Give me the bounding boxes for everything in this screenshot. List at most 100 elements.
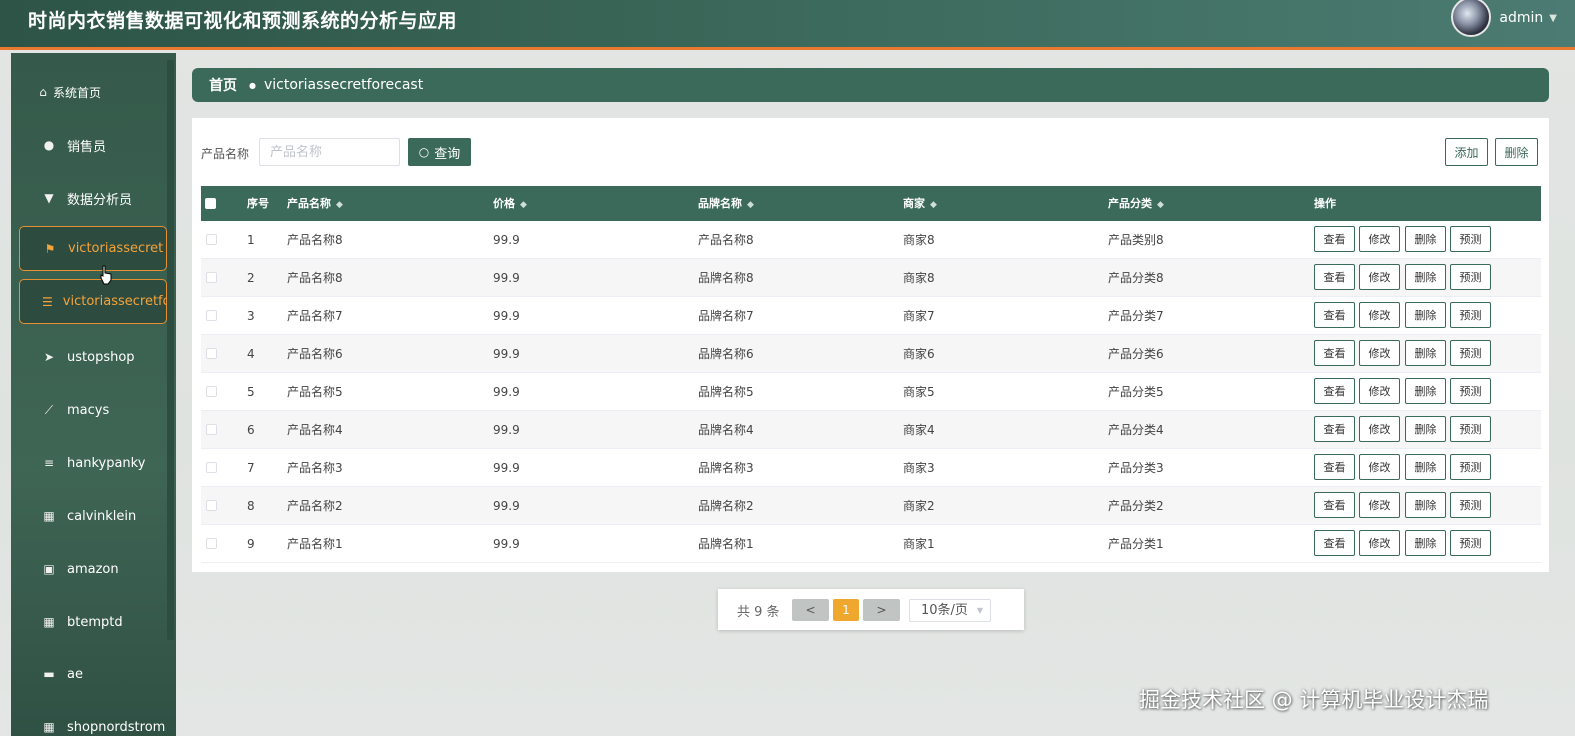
cell-merchant: 商家6 [903,347,935,361]
edit-button[interactable]: 修改 [1359,302,1400,328]
edit-button[interactable]: 修改 [1359,416,1400,442]
sidebar-item-calvinklein[interactable]: ▦ calvinklein [19,495,167,537]
sidebar-item-ustopshop[interactable]: ➤ ustopshop [19,336,167,378]
col-header-price[interactable]: 价格 ◆ [493,186,527,221]
chevron-down-icon[interactable]: ▼ [1549,13,1557,24]
col-header-category[interactable]: 产品分类 ◆ [1108,186,1164,221]
forecast-button[interactable]: 预测 [1450,340,1491,366]
next-page-button[interactable]: > [863,599,900,621]
row-checkbox[interactable] [206,386,217,397]
sidebar-item-btemptd[interactable]: ▦ btemptd [19,601,167,643]
select-all-checkbox[interactable] [205,198,216,209]
delete-row-button[interactable]: 删除 [1405,454,1446,480]
view-button[interactable]: 查看 [1314,264,1355,290]
row-checkbox[interactable] [206,500,217,511]
sidebar-item-macys[interactable]: ⟋ macys [19,389,167,431]
edit-button[interactable]: 修改 [1359,340,1400,366]
delete-row-button[interactable]: 删除 [1405,416,1446,442]
view-button[interactable]: 查看 [1314,226,1355,252]
cell-category: 产品分类8 [1108,271,1164,285]
username[interactable]: admin [1499,10,1543,26]
col-header-product[interactable]: 产品名称 ◆ [287,186,343,221]
delete-row-button[interactable]: 删除 [1405,340,1446,366]
sidebar-item-victoriassecret[interactable]: ⚑ victoriassecret [19,226,167,271]
cell-price: 99.9 [493,461,520,475]
view-button[interactable]: 查看 [1314,302,1355,328]
sort-icon[interactable]: ◆ [747,200,754,210]
sidebar-item-ae[interactable]: ▬ ae [19,653,167,695]
table-row[interactable]: 9 产品名称1 99.9 品牌名称1 商家1 产品分类1 查看 修改 删除 预测 [201,525,1541,563]
sort-icon[interactable]: ◆ [520,200,527,210]
edit-button[interactable]: 修改 [1359,492,1400,518]
page-number-button[interactable]: 1 [833,599,859,621]
edit-button[interactable]: 修改 [1359,530,1400,556]
view-button[interactable]: 查看 [1314,492,1355,518]
view-button[interactable]: 查看 [1314,530,1355,556]
table-row[interactable]: 6 产品名称4 99.9 品牌名称4 商家4 产品分类4 查看 修改 删除 预测 [201,411,1541,449]
row-checkbox[interactable] [206,462,217,473]
forecast-button[interactable]: 预测 [1450,530,1491,556]
row-checkbox[interactable] [206,424,217,435]
user-menu[interactable]: admin ▼ [1451,0,1557,37]
table-row[interactable]: 4 产品名称6 99.9 品牌名称6 商家6 产品分类6 查看 修改 删除 预测 [201,335,1541,373]
sidebar-item-victoriassecretfor[interactable]: ☰ victoriassecretfor [19,279,167,324]
delete-row-button[interactable]: 删除 [1405,378,1446,404]
breadcrumb-home[interactable]: 首页 [209,75,237,95]
row-checkbox[interactable] [206,272,217,283]
cell-price: 99.9 [493,309,520,323]
sidebar-item-系统首页[interactable]: ⌂ 系统首页 [19,71,167,113]
query-button[interactable]: ○ 查询 [408,138,471,166]
forecast-button[interactable]: 预测 [1450,454,1491,480]
forecast-button[interactable]: 预测 [1450,378,1491,404]
sort-icon[interactable]: ◆ [1157,200,1164,210]
table-row[interactable]: 7 产品名称3 99.9 品牌名称3 商家3 产品分类3 查看 修改 删除 预测 [201,449,1541,487]
forecast-button[interactable]: 预测 [1450,264,1491,290]
table-row[interactable]: 2 产品名称8 99.9 品牌名称8 商家8 产品分类8 查看 修改 删除 预测 [201,259,1541,297]
view-button[interactable]: 查看 [1314,340,1355,366]
sort-icon[interactable]: ◆ [336,200,343,210]
table-row[interactable]: 3 产品名称7 99.9 品牌名称7 商家7 产品分类7 查看 修改 删除 预测 [201,297,1541,335]
view-button[interactable]: 查看 [1314,454,1355,480]
grid-icon: ▦ [43,509,55,523]
delete-row-button[interactable]: 删除 [1405,530,1446,556]
delete-row-button[interactable]: 删除 [1405,226,1446,252]
cell-merchant: 商家4 [903,423,935,437]
cell-brand: 品牌名称2 [698,499,754,513]
delete-row-button[interactable]: 删除 [1405,302,1446,328]
add-button[interactable]: 添加 [1445,138,1488,166]
forecast-button[interactable]: 预测 [1450,226,1491,252]
table-row[interactable]: 5 产品名称5 99.9 品牌名称5 商家5 产品分类5 查看 修改 删除 预测 [201,373,1541,411]
view-button[interactable]: 查看 [1314,416,1355,442]
edit-button[interactable]: 修改 [1359,264,1400,290]
view-button[interactable]: 查看 [1314,378,1355,404]
sidebar-item-销售员[interactable]: ● 销售员 [19,124,167,166]
edit-button[interactable]: 修改 [1359,454,1400,480]
delete-row-button[interactable]: 删除 [1405,492,1446,518]
table-row[interactable]: 8 产品名称2 99.9 品牌名称2 商家2 产品分类2 查看 修改 删除 预测 [201,487,1541,525]
delete-row-button[interactable]: 删除 [1405,264,1446,290]
search-input[interactable] [259,138,400,166]
table-row[interactable]: 1 产品名称8 99.9 产品名称8 商家8 产品类别8 查看 修改 删除 预测 [201,221,1541,259]
row-checkbox[interactable] [206,538,217,549]
avatar[interactable] [1451,0,1492,37]
col-header-brand[interactable]: 品牌名称 ◆ [698,186,754,221]
edit-button[interactable]: 修改 [1359,226,1400,252]
prev-page-button[interactable]: < [792,599,829,621]
sidebar-scrollbar[interactable] [167,60,174,640]
sidebar-item-hankypanky[interactable]: ≡ hankypanky [19,442,167,484]
edit-button[interactable]: 修改 [1359,378,1400,404]
row-checkbox[interactable] [206,234,217,245]
sidebar-item-数据分析员[interactable]: ▼ 数据分析员 [19,177,167,219]
col-header-merchant[interactable]: 商家 ◆ [903,186,937,221]
forecast-button[interactable]: 预测 [1450,492,1491,518]
sort-icon[interactable]: ◆ [930,200,937,210]
forecast-button[interactable]: 预测 [1450,416,1491,442]
cell-product: 产品名称8 [287,271,343,285]
row-checkbox[interactable] [206,348,217,359]
delete-button[interactable]: 删除 [1495,138,1538,166]
sidebar-item-amazon[interactable]: ▣ amazon [19,548,167,590]
sidebar-item-shopnordstrom[interactable]: ▦ shopnordstrom [19,706,167,736]
page-size-select[interactable]: 10条/页 ▼ [909,599,991,622]
forecast-button[interactable]: 预测 [1450,302,1491,328]
row-checkbox[interactable] [206,310,217,321]
